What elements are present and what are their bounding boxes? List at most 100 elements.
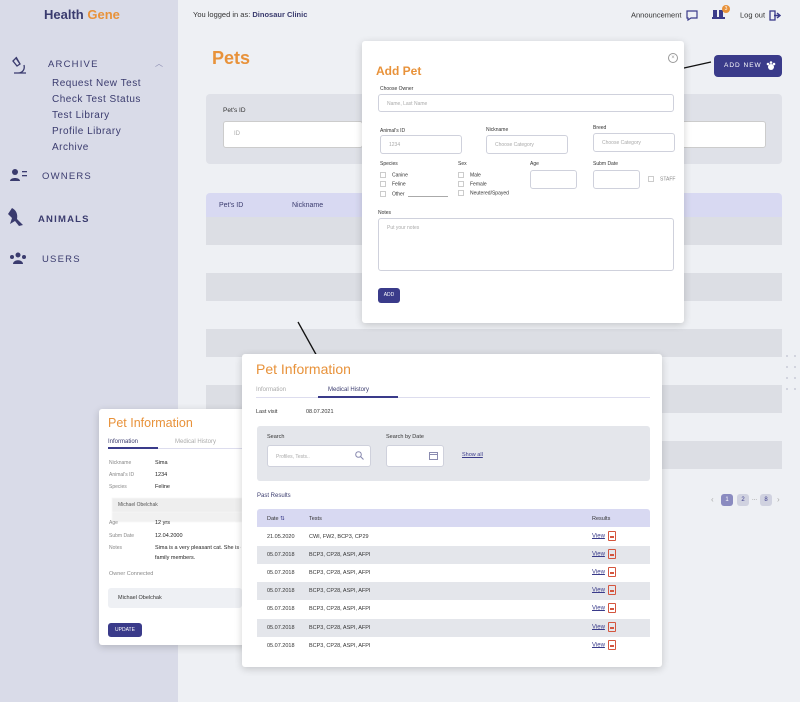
nickname-input[interactable]: Choose Category bbox=[486, 135, 568, 154]
pdf-icon[interactable] bbox=[607, 640, 616, 650]
field-notes-value: Sima is a very pleasant cat. She is e bbox=[155, 545, 241, 551]
subm-date-input[interactable] bbox=[593, 170, 640, 189]
brand-logo[interactable]: Health Gene bbox=[44, 7, 120, 22]
species-other[interactable]: Other bbox=[380, 191, 405, 197]
checkbox[interactable] bbox=[458, 190, 464, 196]
archive-submenu: Request New Test Check Test Status Test … bbox=[52, 76, 141, 156]
sort-icon[interactable]: ⇅ bbox=[280, 516, 285, 522]
breed-input[interactable]: Choose Category bbox=[593, 133, 675, 152]
col-results: Results bbox=[592, 516, 611, 522]
pdf-icon[interactable] bbox=[607, 585, 616, 595]
tab-medical-small[interactable]: Medical History bbox=[175, 439, 216, 445]
nav-animals[interactable]: ANIMALS bbox=[38, 214, 90, 225]
pdf-icon[interactable] bbox=[607, 549, 616, 559]
col-nickname: Nickname bbox=[292, 202, 324, 209]
paw-icon bbox=[766, 61, 776, 70]
field-age-key: Age bbox=[109, 520, 118, 526]
result-date: 05.07.2018 bbox=[267, 643, 295, 649]
page-1[interactable]: 1 bbox=[721, 494, 733, 506]
result-view[interactable]: View bbox=[592, 585, 616, 595]
page-8[interactable]: 8 bbox=[760, 494, 772, 506]
next-page-icon[interactable]: › bbox=[777, 495, 780, 504]
sex-female[interactable]: Female bbox=[458, 181, 487, 187]
result-date: 05.07.2018 bbox=[267, 625, 295, 631]
filter-pet-id-input[interactable]: ID bbox=[223, 121, 363, 148]
result-date: 21.05.2020 bbox=[267, 534, 295, 540]
result-view[interactable]: View bbox=[592, 603, 616, 613]
owner-connected-label: Owner Connected bbox=[109, 571, 154, 577]
nav-users[interactable]: USERS bbox=[42, 254, 81, 265]
checkbox[interactable] bbox=[458, 172, 464, 178]
result-view[interactable]: View bbox=[592, 640, 616, 650]
chevron-up-icon[interactable]: ︿ bbox=[155, 58, 163, 69]
breed-label: Breed bbox=[593, 125, 607, 131]
age-input[interactable] bbox=[530, 170, 577, 189]
add-new-button[interactable]: ADD NEW bbox=[714, 55, 782, 77]
result-view[interactable]: View bbox=[592, 531, 616, 541]
sex-neutered[interactable]: Neutered/Spayed bbox=[458, 190, 509, 196]
field-species-key: Species bbox=[109, 484, 127, 490]
owner-input[interactable]: Name, Last Name bbox=[378, 94, 674, 112]
nav-check-test-status[interactable]: Check Test Status bbox=[52, 92, 141, 108]
checkbox[interactable] bbox=[380, 172, 386, 178]
nav-archive-sub[interactable]: Archive bbox=[52, 140, 141, 156]
search-date-label: Search by Date bbox=[386, 434, 424, 440]
tab-information[interactable]: Information bbox=[256, 387, 286, 393]
announcement-link[interactable]: Announcement bbox=[631, 10, 698, 22]
result-date: 05.07.2018 bbox=[267, 552, 295, 558]
pdf-icon[interactable] bbox=[607, 603, 616, 613]
logout-button[interactable]: Log out bbox=[740, 10, 782, 21]
nav-owners[interactable]: OWNERS bbox=[42, 171, 92, 182]
result-view[interactable]: View bbox=[592, 549, 616, 559]
species-feline[interactable]: Feline bbox=[380, 181, 406, 187]
search-label: Search bbox=[267, 434, 285, 440]
add-pet-title: Add Pet bbox=[376, 64, 422, 78]
active-tab-indicator bbox=[108, 447, 158, 449]
show-all-link[interactable]: Show all bbox=[462, 452, 483, 458]
pdf-icon[interactable] bbox=[607, 531, 616, 541]
owner-label: Choose Owner bbox=[380, 86, 414, 92]
species-canine[interactable]: Canine bbox=[380, 172, 408, 178]
add-button[interactable]: ADD bbox=[378, 288, 400, 303]
pet-info-small-title: Pet Information bbox=[108, 416, 193, 430]
pdf-icon[interactable] bbox=[607, 622, 616, 632]
nav-request-new-test[interactable]: Request New Test bbox=[52, 76, 141, 92]
checkbox[interactable] bbox=[458, 181, 464, 187]
result-view[interactable]: View bbox=[592, 622, 616, 632]
page-2[interactable]: 2 bbox=[737, 494, 749, 506]
owner-connected-name: Michael Obelchak bbox=[118, 595, 162, 601]
result-view[interactable]: View bbox=[592, 567, 616, 577]
nav-archive[interactable]: ARCHIVE bbox=[48, 59, 99, 70]
result-tests: BCP3, CP28, ASPI, AFPI bbox=[309, 570, 371, 576]
animal-id-label: Animal's ID bbox=[380, 128, 406, 134]
result-tests: BCP3, CP28, ASPI, AFPI bbox=[309, 643, 371, 649]
tab-medical-history[interactable]: Medical History bbox=[328, 387, 369, 393]
nav-profile-library[interactable]: Profile Library bbox=[52, 124, 141, 140]
col-date[interactable]: Date ⇅ bbox=[267, 516, 285, 522]
pdf-icon[interactable] bbox=[607, 567, 616, 577]
close-icon[interactable]: × bbox=[668, 53, 678, 63]
cart-icon[interactable]: 3 bbox=[712, 5, 730, 22]
result-date: 05.07.2018 bbox=[267, 588, 295, 594]
checkbox[interactable] bbox=[380, 191, 386, 197]
nav-test-library[interactable]: Test Library bbox=[52, 108, 141, 124]
field-subm-date-value: 12.04.2000 bbox=[155, 533, 183, 539]
cart-badge: 3 bbox=[722, 5, 730, 13]
checkbox[interactable] bbox=[380, 181, 386, 187]
logged-user: Dinosaur Clinic bbox=[252, 10, 308, 19]
sex-male[interactable]: Male bbox=[458, 172, 481, 178]
prev-page-icon[interactable]: ‹ bbox=[711, 495, 714, 504]
logged-in-info: You logged in as: Dinosaur Clinic bbox=[193, 10, 308, 19]
checkbox[interactable] bbox=[648, 176, 654, 182]
staff-checkbox[interactable]: STAFF bbox=[648, 176, 675, 182]
tab-information-small[interactable]: Information bbox=[108, 439, 138, 445]
notes-textarea[interactable]: Put your notes bbox=[378, 218, 674, 271]
result-row: 05.07.2018 BCP3, CP28, ASPI, AFPI View bbox=[257, 600, 650, 618]
animal-id-input[interactable]: 1234 bbox=[380, 135, 462, 154]
table-row[interactable] bbox=[206, 329, 782, 357]
update-button[interactable]: UPDATE bbox=[108, 623, 142, 637]
col-pet-id: Pet's ID bbox=[219, 202, 244, 209]
field-nickname-key: Nickname bbox=[109, 460, 132, 466]
result-tests: BCP3, CP28, ASPI, AFPI bbox=[309, 625, 371, 631]
other-species-line[interactable] bbox=[408, 196, 448, 197]
